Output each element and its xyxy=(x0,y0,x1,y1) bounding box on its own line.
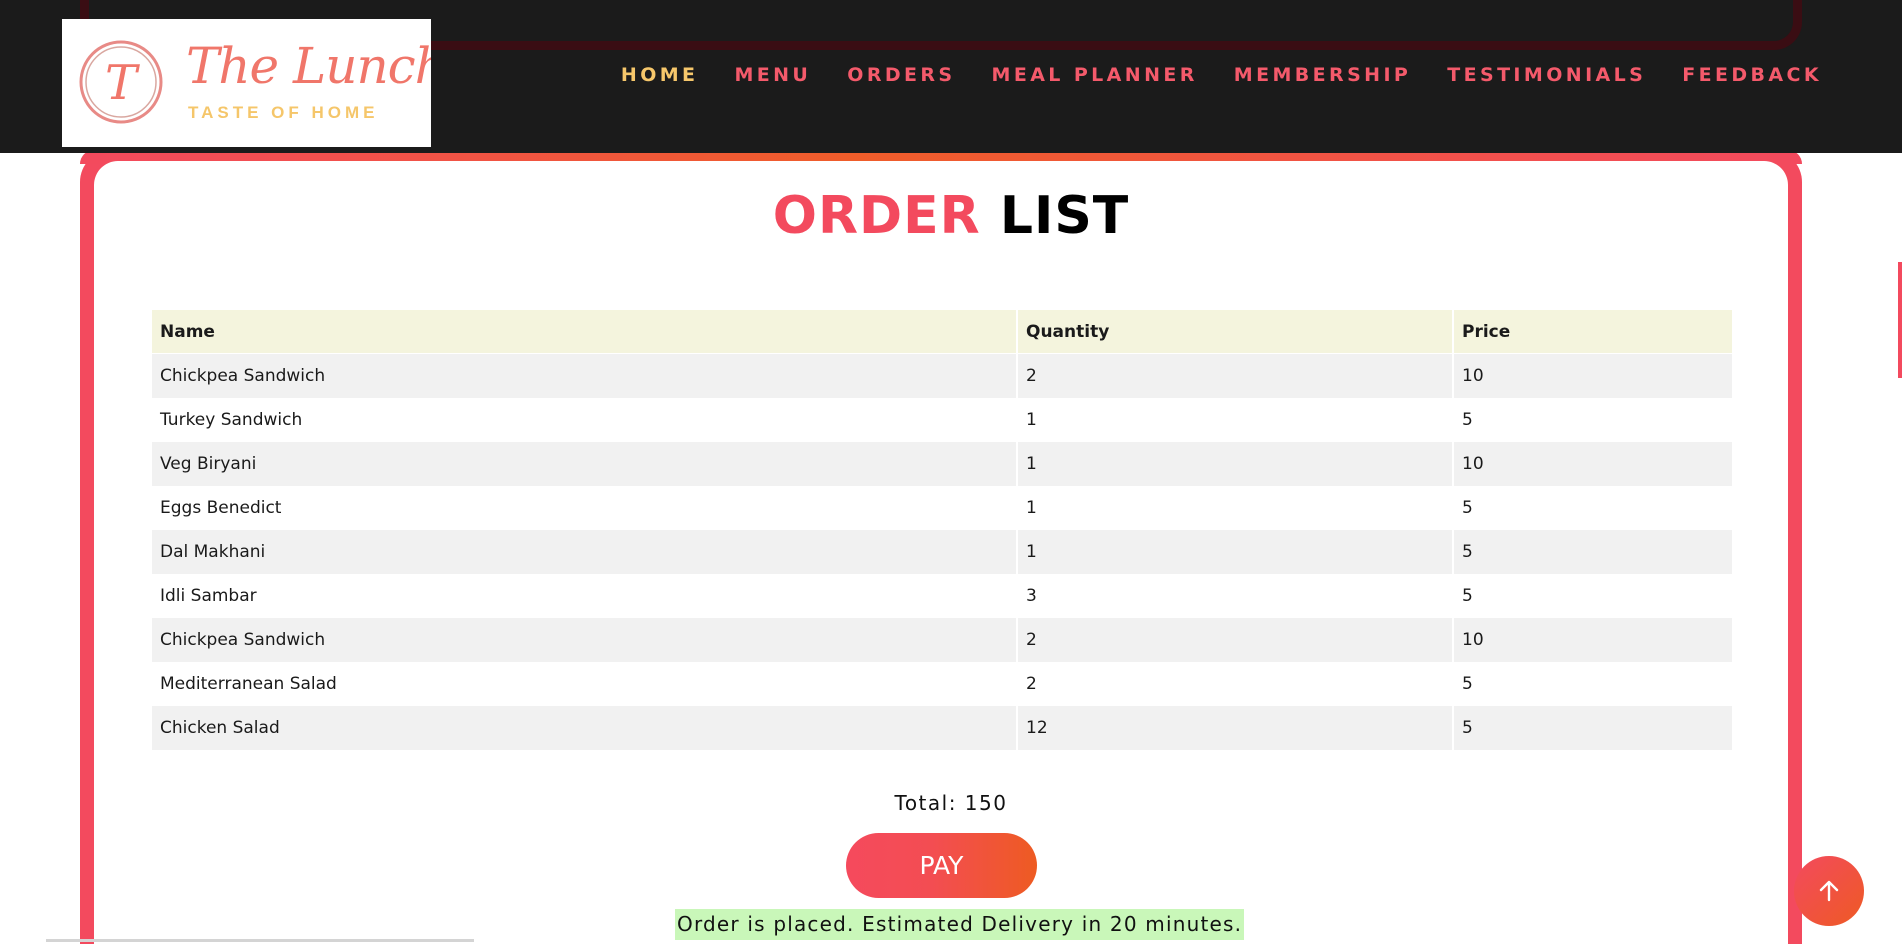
side-tab[interactable] xyxy=(1898,262,1902,378)
table-row: Idli Sambar 3 5 xyxy=(152,574,1732,618)
arrow-up-icon xyxy=(1819,880,1839,902)
cell-name: Mediterranean Salad xyxy=(152,662,1016,706)
cell-quantity: 2 xyxy=(1018,618,1452,662)
cell-price: 5 xyxy=(1454,530,1732,574)
cell-quantity: 12 xyxy=(1018,706,1452,750)
cell-quantity: 3 xyxy=(1018,574,1452,618)
cell-name: Turkey Sandwich xyxy=(152,398,1016,442)
nav-orders[interactable]: ORDERS xyxy=(847,64,955,86)
table-row: Eggs Benedict 1 5 xyxy=(152,486,1732,530)
table-row: Mediterranean Salad 2 5 xyxy=(152,662,1732,706)
cell-name: Dal Makhani xyxy=(152,530,1016,574)
nav-testimonials[interactable]: TESTIMONIALS xyxy=(1447,64,1646,86)
cell-name: Chickpea Sandwich xyxy=(152,354,1016,398)
cell-quantity: 1 xyxy=(1018,486,1452,530)
nav-membership[interactable]: MEMBERSHIP xyxy=(1234,64,1411,86)
order-table: Name Quantity Price Chickpea Sandwich 2 … xyxy=(150,310,1734,750)
column-header-price: Price xyxy=(1454,310,1732,354)
nav-menu[interactable]: MENU xyxy=(734,64,811,86)
page-title-accent: ORDER xyxy=(772,186,981,246)
table-row: Chickpea Sandwich 2 10 xyxy=(152,618,1732,662)
horizontal-scrollbar[interactable] xyxy=(46,939,474,942)
brand-name: The Lunchbox xyxy=(186,37,431,95)
table-row: Veg Biryani 1 10 xyxy=(152,442,1732,486)
scroll-to-top-button[interactable] xyxy=(1794,856,1864,926)
table-row: Chickpea Sandwich 2 10 xyxy=(152,354,1732,398)
cell-quantity: 2 xyxy=(1018,354,1452,398)
cell-quantity: 1 xyxy=(1018,398,1452,442)
navbar: T The Lunchbox TASTE OF HOME HOME MENU O… xyxy=(0,0,1902,153)
cell-quantity: 1 xyxy=(1018,442,1452,486)
nav-feedback[interactable]: FEEDBACK xyxy=(1682,64,1822,86)
column-header-name: Name xyxy=(152,310,1016,354)
order-status-message: Order is placed. Estimated Delivery in 2… xyxy=(675,909,1245,940)
cell-price: 10 xyxy=(1454,618,1732,662)
main-nav: HOME MENU ORDERS MEAL PLANNER MEMBERSHIP… xyxy=(621,64,1822,86)
cell-price: 5 xyxy=(1454,706,1732,750)
brand-tagline: TASTE OF HOME xyxy=(188,103,379,122)
cell-quantity: 1 xyxy=(1018,530,1452,574)
page-title: ORDER LIST xyxy=(0,186,1902,246)
table-row: Turkey Sandwich 1 5 xyxy=(152,398,1732,442)
nav-meal-planner[interactable]: MEAL PLANNER xyxy=(992,64,1198,86)
cell-name: Veg Biryani xyxy=(152,442,1016,486)
page-title-rest: LIST xyxy=(999,186,1130,246)
table-row: Chicken Salad 12 5 xyxy=(152,706,1732,750)
pay-button[interactable]: PAY xyxy=(846,833,1037,898)
table-header-row: Name Quantity Price xyxy=(152,310,1732,354)
cell-price: 10 xyxy=(1454,442,1732,486)
nav-home[interactable]: HOME xyxy=(621,64,699,86)
cell-price: 10 xyxy=(1454,354,1732,398)
cell-price: 5 xyxy=(1454,486,1732,530)
cell-name: Eggs Benedict xyxy=(152,486,1016,530)
order-total: Total: 150 xyxy=(894,791,1008,815)
cell-quantity: 2 xyxy=(1018,662,1452,706)
cell-price: 5 xyxy=(1454,574,1732,618)
cell-name: Idli Sambar xyxy=(152,574,1016,618)
logo-emblem-icon: T xyxy=(79,40,163,124)
cell-name: Chickpea Sandwich xyxy=(152,618,1016,662)
cell-price: 5 xyxy=(1454,398,1732,442)
svg-text:T: T xyxy=(105,55,140,111)
column-header-quantity: Quantity xyxy=(1018,310,1452,354)
cell-name: Chicken Salad xyxy=(152,706,1016,750)
logo[interactable]: T The Lunchbox TASTE OF HOME xyxy=(62,19,431,147)
table-row: Dal Makhani 1 5 xyxy=(152,530,1732,574)
cell-price: 5 xyxy=(1454,662,1732,706)
